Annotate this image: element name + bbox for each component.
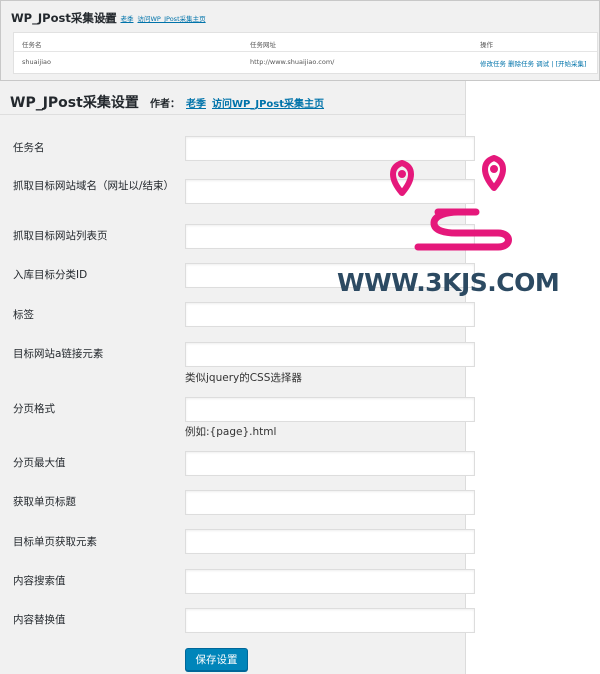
field-label-single-title: 获取单页标题 bbox=[13, 496, 76, 508]
task-table-header-name: 任务名 bbox=[22, 41, 42, 49]
header-divider bbox=[0, 114, 465, 115]
top-author-label: 作者： bbox=[97, 15, 117, 23]
task-name-cell: shuaijiao bbox=[22, 58, 51, 66]
watermark-text: WWW.3KJS.COM bbox=[337, 268, 560, 297]
field-label-category-id: 入库目标分类ID bbox=[13, 269, 88, 281]
field-label-content-search: 内容搜索值 bbox=[13, 575, 66, 587]
top-panel-meta: 作者： 老季 访问WP_JPost采集主页 bbox=[97, 13, 206, 23]
page-title: WP_JPost采集设置 bbox=[10, 95, 139, 111]
field-label-tags: 标签 bbox=[13, 309, 34, 321]
content-search-input[interactable] bbox=[185, 569, 475, 594]
task-table: 任务名 任务网址 操作 shuaijiao http://www.shuaiji… bbox=[13, 32, 598, 74]
map-route-icon bbox=[390, 155, 512, 251]
field-label-target-domain: 抓取目标网站域名（网址以/结束） bbox=[13, 180, 175, 192]
author-link[interactable]: 老季 bbox=[186, 99, 206, 110]
main-panel-meta: 作者： 老季 访问WP_JPost采集主页 bbox=[150, 95, 324, 110]
top-author-link[interactable]: 老季 bbox=[121, 15, 134, 23]
homepage-link[interactable]: 访问WP_JPost采集主页 bbox=[212, 99, 324, 110]
field-label-page-format: 分页格式 bbox=[13, 403, 55, 415]
save-settings-button[interactable]: 保存设置 bbox=[185, 648, 248, 671]
field-label-task-name: 任务名 bbox=[13, 142, 45, 154]
single-element-input[interactable] bbox=[185, 529, 475, 554]
page-format-hint: 例如:{page}.html bbox=[185, 426, 277, 438]
field-label-list-page: 抓取目标网站列表页 bbox=[13, 230, 108, 242]
link-element-hint: 类似jquery的CSS选择器 bbox=[185, 372, 302, 384]
task-table-divider bbox=[14, 51, 597, 52]
task-table-header-actions: 操作 bbox=[480, 41, 493, 49]
field-label-single-element: 目标单页获取元素 bbox=[13, 536, 97, 548]
tags-input[interactable] bbox=[185, 302, 475, 327]
task-actions-cell[interactable]: 修改任务 删除任务 调试 | [开始采集] bbox=[480, 58, 587, 68]
field-label-link-element: 目标网站a链接元素 bbox=[13, 348, 104, 360]
author-label: 作者： bbox=[150, 99, 180, 110]
top-settings-panel: WP_JPost采集设置 作者： 老季 访问WP_JPost采集主页 任务名 任务网… bbox=[0, 0, 600, 81]
page-format-input[interactable] bbox=[185, 397, 475, 422]
field-label-content-replace: 内容替换值 bbox=[13, 614, 66, 626]
task-table-header-url: 任务网址 bbox=[250, 41, 276, 49]
content-replace-input[interactable] bbox=[185, 608, 475, 633]
task-url-cell: http://www.shuaijiao.com/ bbox=[250, 58, 335, 66]
page-max-input[interactable] bbox=[185, 451, 475, 476]
field-label-page-max: 分页最大值 bbox=[13, 457, 66, 469]
top-homepage-link[interactable]: 访问WP_JPost采集主页 bbox=[138, 15, 206, 23]
link-element-input[interactable] bbox=[185, 342, 475, 367]
single-title-input[interactable] bbox=[185, 490, 475, 515]
